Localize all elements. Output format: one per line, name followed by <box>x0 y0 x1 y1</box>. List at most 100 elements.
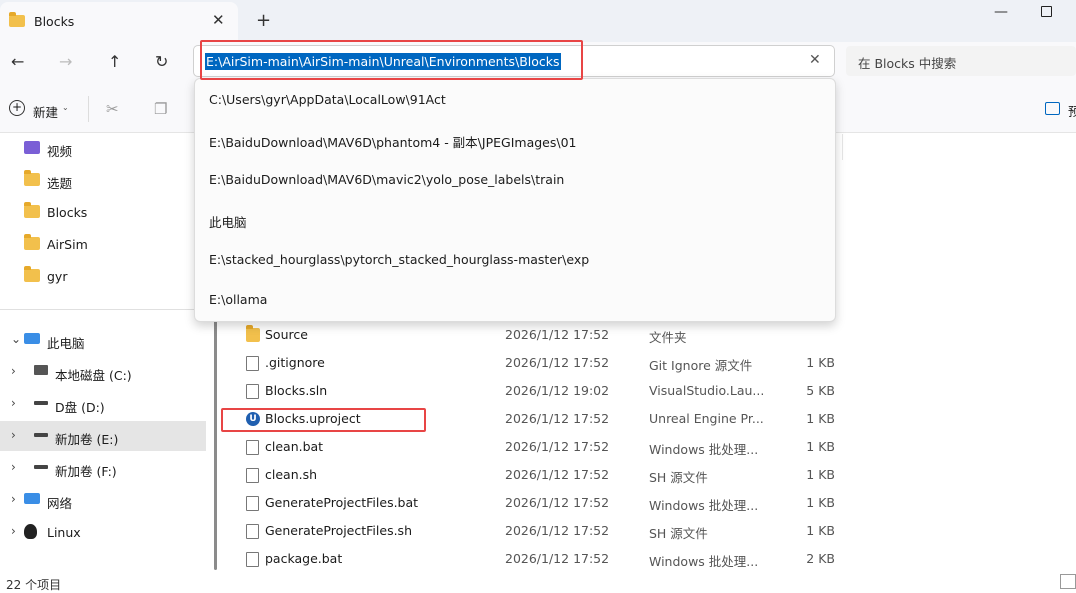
file-row[interactable]: .gitignore 2026/1/12 17:52 Git Ignore 源文… <box>228 349 848 377</box>
clear-address-icon[interactable]: ✕ <box>809 52 821 68</box>
maximize-button[interactable] <box>1041 6 1052 17</box>
file-date: 2026/1/12 17:52 <box>505 551 610 566</box>
sidebar-item-topics[interactable]: 选题 <box>0 165 206 195</box>
chevron-right-icon[interactable]: › <box>11 460 16 474</box>
script-file-icon <box>246 440 259 455</box>
file-date: 2026/1/12 19:02 <box>505 383 610 398</box>
chevron-down-icon[interactable]: ⌄ <box>62 103 69 112</box>
sidebar-item-label: 此电脑 <box>47 336 85 351</box>
file-row[interactable]: clean.bat 2026/1/12 17:52 Windows 批处理...… <box>228 433 848 461</box>
details-view-icon[interactable] <box>1060 574 1076 589</box>
uproject-highlight-box <box>221 408 426 432</box>
chevron-right-icon[interactable]: › <box>11 492 16 506</box>
folder-icon <box>24 202 40 218</box>
suggestion-item[interactable]: E:\BaiduDownload\MAV6D\mavic2\yolo_pose_… <box>209 172 564 187</box>
drive-icon <box>34 465 48 469</box>
sidebar-item-label: 网络 <box>47 496 73 511</box>
file-name: GenerateProjectFiles.sh <box>265 523 412 538</box>
chevron-right-icon[interactable]: › <box>11 524 16 538</box>
file-type: SH 源文件 <box>649 526 708 541</box>
close-tab-icon[interactable]: ✕ <box>212 11 225 29</box>
up-arrow-icon[interactable]: ↑ <box>108 52 121 71</box>
drive-icon <box>34 433 48 437</box>
chevron-right-icon[interactable]: › <box>11 428 16 442</box>
sidebar-item-label: Linux <box>47 525 81 540</box>
windows-drive-icon <box>34 365 48 375</box>
sidebar-item-videos[interactable]: 视频 <box>0 133 206 163</box>
file-row[interactable]: GenerateProjectFiles.sh 2026/1/12 17:52 … <box>228 517 848 545</box>
file-type: VisualStudio.Lau... <box>649 383 765 398</box>
suggestion-item[interactable]: E:\ollama <box>209 292 267 307</box>
sidebar-item-gyr[interactable]: gyr <box>0 261 206 291</box>
sidebar-item-network[interactable]: › 网络 <box>0 485 206 515</box>
new-button[interactable]: 新建 <box>33 102 58 121</box>
sidebar-item-airsim[interactable]: AirSim <box>0 229 206 259</box>
search-input[interactable]: 在 Blocks 中搜索 <box>858 53 956 72</box>
file-row[interactable]: GenerateProjectFiles.bat 2026/1/12 17:52… <box>228 489 848 517</box>
video-folder-icon <box>24 141 40 154</box>
sidebar-item-drive-f[interactable]: › 新加卷 (F:) <box>0 453 206 483</box>
network-icon <box>24 493 40 504</box>
new-tab-button[interactable]: + <box>256 10 271 31</box>
file-row[interactable]: Source 2026/1/12 17:52 文件夹 <box>228 321 848 349</box>
file-name: Source <box>265 327 308 342</box>
cut-icon[interactable]: ✂ <box>106 100 119 118</box>
suggestion-item[interactable]: E:\stacked_hourglass\pytorch_stacked_hou… <box>209 252 589 267</box>
address-suggestions-dropdown <box>194 78 836 322</box>
sidebar-divider <box>0 309 206 310</box>
script-file-icon <box>246 496 259 511</box>
folder-icon <box>24 266 40 282</box>
sidebar-item-blocks[interactable]: Blocks <box>0 197 206 227</box>
minimize-button[interactable]: — <box>994 4 1008 20</box>
sidebar-item-this-pc[interactable]: ⌄ 此电脑 <box>0 325 206 355</box>
file-name: GenerateProjectFiles.bat <box>265 495 419 510</box>
sidebar-scrollbar[interactable] <box>214 318 217 570</box>
refresh-icon[interactable]: ↻ <box>155 52 168 71</box>
file-size: 5 KB <box>806 383 835 398</box>
file-type: Windows 批处理... <box>649 442 759 457</box>
back-arrow-icon[interactable]: ← <box>11 52 24 71</box>
forward-arrow-icon[interactable]: → <box>59 52 72 71</box>
copy-icon[interactable]: ❐ <box>154 100 167 118</box>
sidebar-item-linux[interactable]: › Linux <box>0 517 206 547</box>
file-date: 2026/1/12 17:52 <box>505 327 610 342</box>
tab-title: Blocks <box>34 14 75 29</box>
sidebar-item-label: gyr <box>47 269 68 284</box>
suggestion-item[interactable]: C:\Users\gyr\AppData\LocalLow\91Act <box>209 92 446 107</box>
sidebar-item-label: D盘 (D:) <box>55 400 105 415</box>
file-name: clean.bat <box>265 439 324 454</box>
file-type: 文件夹 <box>649 330 687 345</box>
file-type: Unreal Engine Pr... <box>649 411 764 426</box>
sidebar-item-drive-c[interactable]: › 本地磁盘 (C:) <box>0 357 206 387</box>
sidebar-item-drive-d[interactable]: › D盘 (D:) <box>0 389 206 419</box>
folder-icon <box>246 325 260 342</box>
file-size: 1 KB <box>806 523 835 538</box>
file-size: 1 KB <box>806 439 835 454</box>
file-name: clean.sh <box>265 467 318 482</box>
sidebar-item-drive-e[interactable]: › 新加卷 (E:) <box>0 421 206 451</box>
file-row[interactable]: package.bat 2026/1/12 17:52 Windows 批处理.… <box>228 545 848 573</box>
computer-icon <box>24 333 40 344</box>
file-type: Windows 批处理... <box>649 554 759 569</box>
chevron-right-icon[interactable]: › <box>11 364 16 378</box>
file-row[interactable]: clean.sh 2026/1/12 17:52 SH 源文件 1 KB <box>228 461 848 489</box>
folder-icon <box>24 170 40 186</box>
preview-pane-label[interactable]: 预 <box>1068 101 1076 120</box>
suggestion-item[interactable]: 此电脑 <box>209 212 247 231</box>
script-file-icon <box>246 552 259 567</box>
file-date: 2026/1/12 17:52 <box>505 523 610 538</box>
file-size: 1 KB <box>806 355 835 370</box>
file-icon <box>246 384 259 399</box>
chevron-right-icon[interactable]: › <box>11 396 16 410</box>
file-icon <box>246 524 259 539</box>
sidebar-item-label: 本地磁盘 (C:) <box>55 368 132 383</box>
sidebar-item-label: AirSim <box>47 237 88 252</box>
file-date: 2026/1/12 17:52 <box>505 467 610 482</box>
sidebar-item-label: 新加卷 (F:) <box>55 464 117 479</box>
file-row[interactable]: Blocks.sln 2026/1/12 19:02 VisualStudio.… <box>228 377 848 405</box>
suggestion-item[interactable]: E:\BaiduDownload\MAV6D\phantom4 - 副本\JPE… <box>209 132 576 151</box>
chevron-down-icon[interactable]: ⌄ <box>11 332 21 346</box>
file-date: 2026/1/12 17:52 <box>505 355 610 370</box>
gear-file-icon <box>246 356 259 371</box>
preview-pane-icon[interactable] <box>1045 102 1060 115</box>
